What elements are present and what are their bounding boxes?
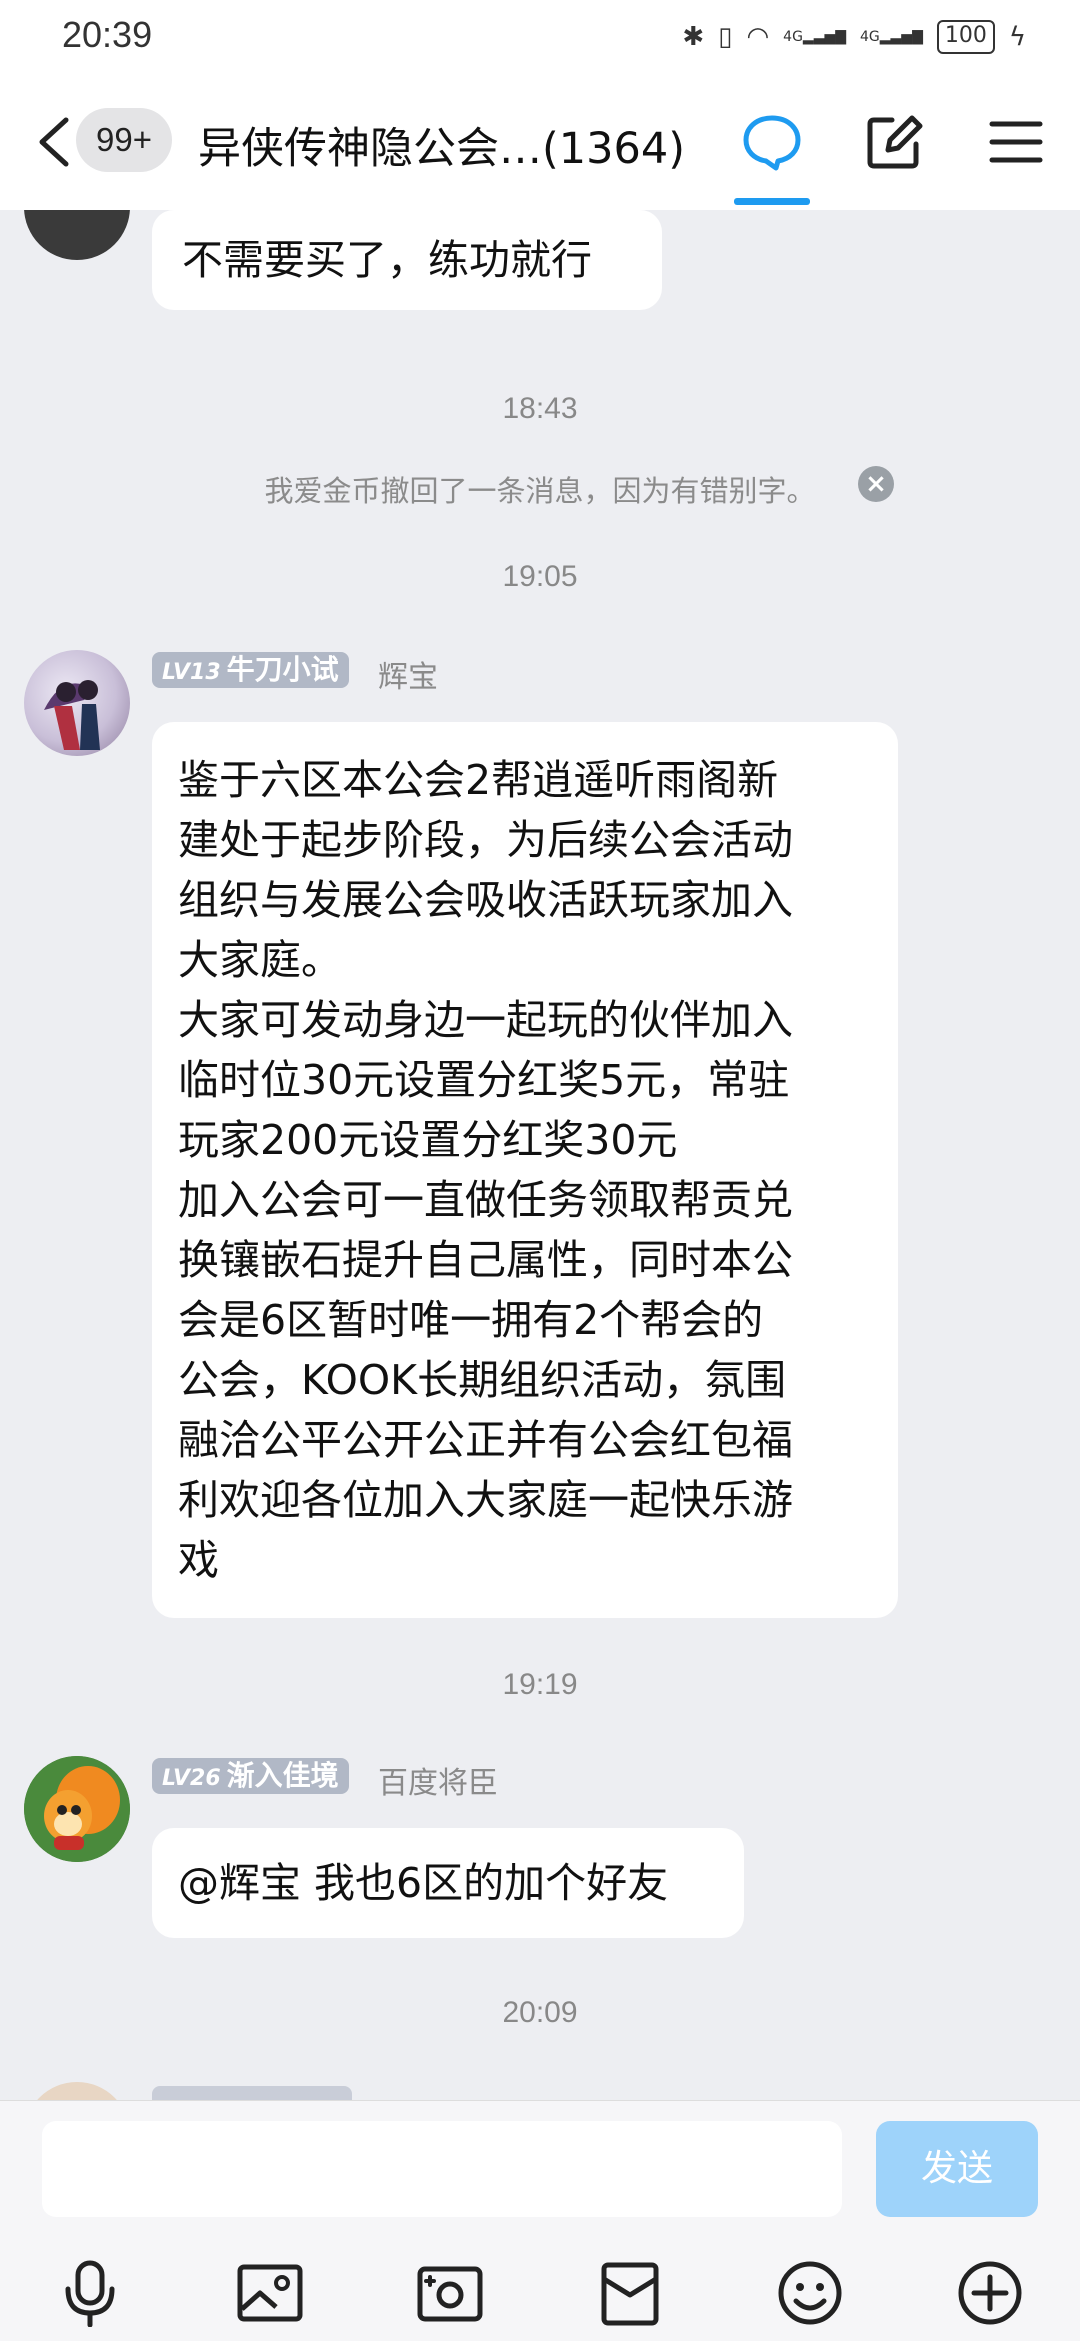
message-line: 玩家200元设置分红奖30元 xyxy=(178,1116,678,1164)
chat-title[interactable]: 异侠传神隐公会…(1364) xyxy=(198,114,685,176)
message-line: 建处于起步阶段，为后续公会活动 xyxy=(178,816,793,864)
recall-notice: 我爱金币撤回了一条消息，因为有错别字。 xyxy=(264,474,816,508)
message-line: 鉴于六区本公会2帮逍遥听雨阁新 xyxy=(178,756,779,804)
message-line: 融洽公平公开公正并有公会红包福 xyxy=(178,1416,793,1464)
active-tab-indicator xyxy=(734,198,810,205)
level-badge: LV13 牛刀小试 xyxy=(152,652,349,688)
chat-icon[interactable] xyxy=(740,110,804,174)
message-line: 会是6区暂时唯一拥有2个帮会的 xyxy=(178,1296,764,1344)
camera-icon[interactable] xyxy=(416,2259,484,2327)
timestamp: 19:05 xyxy=(502,560,578,593)
message-bubble[interactable]: @辉宝 我也6区的加个好友 xyxy=(152,1828,744,1938)
avatar[interactable] xyxy=(24,2082,130,2100)
wifi-icon: ◠ xyxy=(746,22,770,52)
avatar-image xyxy=(44,680,100,750)
status-icons: ✱ ▯ ◠ 4G▂▃▅▇ 4G▂▃▅▇ 100 ϟ xyxy=(682,20,1026,54)
message-line: 利欢迎各位加入大家庭一起快乐游 xyxy=(178,1476,793,1524)
status-time: 20:39 xyxy=(62,14,153,55)
message-line: 大家庭。 xyxy=(178,936,342,984)
timestamp: 20:09 xyxy=(502,1996,578,2029)
close-icon[interactable]: × xyxy=(858,466,894,502)
status-bar: 20:39 ✱ ▯ ◠ 4G▂▃▅▇ 4G▂▃▅▇ 100 ϟ xyxy=(0,0,1080,74)
message-line: 换镶嵌石提升自己属性，同时本公 xyxy=(178,1236,793,1284)
message-line: 公会，KOOK长期组织活动，氛围 xyxy=(178,1356,787,1404)
menu-icon[interactable] xyxy=(984,110,1048,174)
bluetooth-icon: ✱ xyxy=(682,22,705,52)
group-nickname: 辉宝 xyxy=(378,660,438,695)
send-button[interactable]: 发送 xyxy=(876,2121,1038,2217)
battery-icon: 100 xyxy=(936,20,995,54)
avatar[interactable] xyxy=(24,210,130,260)
group-nickname: 百度将臣 xyxy=(378,1766,498,1801)
message-text: 不需要买了，练功就行 xyxy=(182,236,592,284)
message-list[interactable]: 不需要买了，练功就行 18:43 我爱金币撤回了一条消息，因为有错别字。 × 1… xyxy=(0,210,1080,2100)
avatar[interactable] xyxy=(24,1756,130,1862)
file-icon[interactable] xyxy=(596,2259,664,2327)
input-bar: 发送 xyxy=(0,2100,1080,2341)
avatar[interactable] xyxy=(24,650,130,756)
message-bubble[interactable]: 不需要买了，练功就行 xyxy=(152,210,662,310)
signal-icon-2: 4G▂▃▅▇ xyxy=(860,29,923,45)
back-icon[interactable] xyxy=(30,114,80,170)
unread-badge[interactable]: 99+ xyxy=(76,108,172,172)
message-line: 戏 xyxy=(178,1536,219,1584)
mic-icon[interactable] xyxy=(56,2259,124,2327)
message-line: 临时位30元设置分红奖5元，常驻 xyxy=(178,1056,790,1104)
level-badge: LV26 渐入佳境 xyxy=(152,1758,349,1794)
chat-header: 99+ 异侠传神隐公会…(1364) xyxy=(0,74,1080,210)
emoji-icon[interactable] xyxy=(776,2259,844,2327)
message-bubble[interactable]: 鉴于六区本公会2帮逍遥听雨阁新 建处于起步阶段，为后续公会活动 组织与发展公会吸… xyxy=(152,722,898,1618)
plus-icon[interactable] xyxy=(956,2259,1024,2327)
message-line: 加入公会可一直做任务领取帮贡兑 xyxy=(178,1176,793,1224)
message-input[interactable] xyxy=(42,2121,842,2217)
level-badge-partial xyxy=(152,2086,352,2100)
image-icon[interactable] xyxy=(236,2259,304,2327)
message-line: 组织与发展公会吸收活跃玩家加入 xyxy=(178,876,793,924)
timestamp: 19:19 xyxy=(502,1668,578,1701)
edit-icon[interactable] xyxy=(862,110,926,174)
charging-icon: ϟ xyxy=(1008,22,1026,52)
signal-icon: 4G▂▃▅▇ xyxy=(783,29,846,45)
message-text: @辉宝 我也6区的加个好友 xyxy=(178,1859,669,1907)
vibrate-icon: ▯ xyxy=(718,22,733,52)
timestamp: 18:43 xyxy=(502,392,578,425)
message-line: 大家可发动身边一起玩的伙伴加入 xyxy=(178,996,793,1044)
squirrel-avatar-image xyxy=(24,1756,130,1862)
